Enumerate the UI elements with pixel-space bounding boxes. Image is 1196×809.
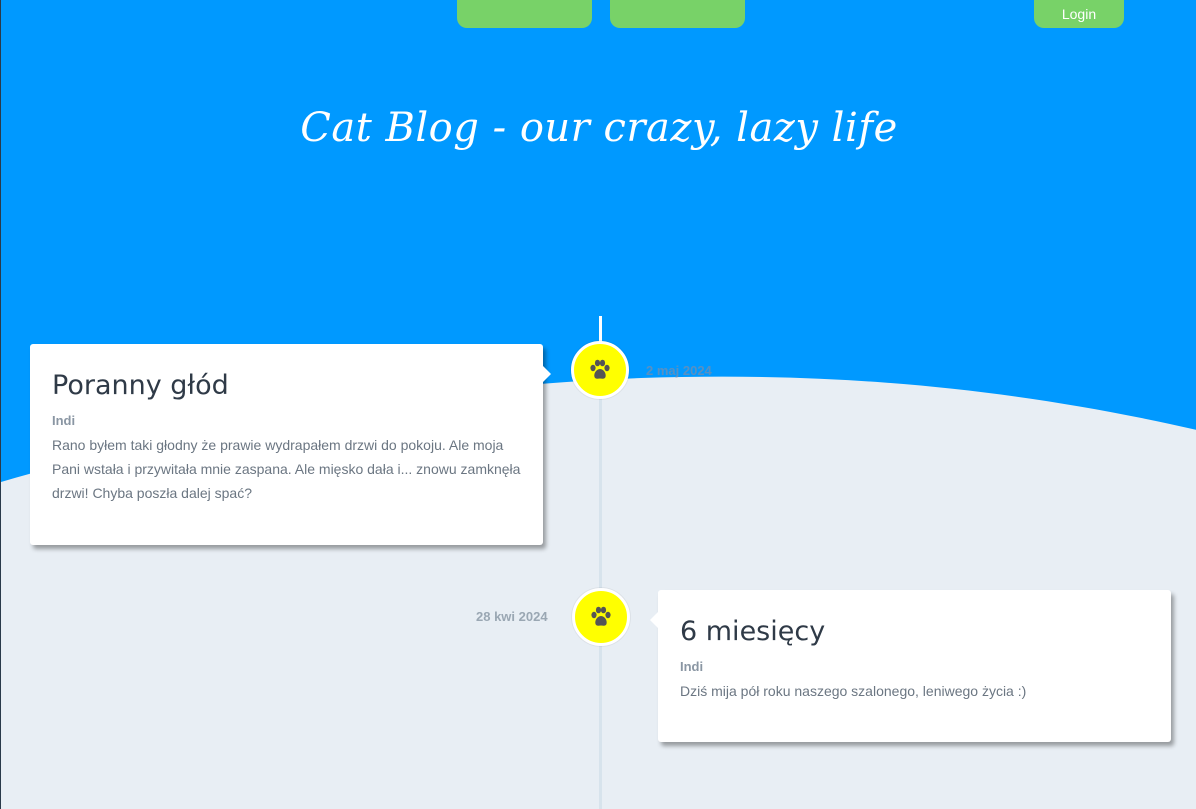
timeline-node: [571, 341, 629, 399]
post-date: 28 kwi 2024: [476, 609, 548, 624]
post-author: Indi: [52, 413, 76, 428]
nav-button-2[interactable]: [610, 0, 745, 28]
post-date: 2 maj 2024: [646, 363, 712, 378]
timeline-node: [572, 588, 630, 646]
post-title[interactable]: 6 miesięcy: [680, 616, 1149, 647]
post-card[interactable]: Poranny głód Indi Rano byłem taki głodny…: [30, 344, 551, 545]
post-body: Rano byłem taki głodny że prawie wydrapa…: [52, 437, 521, 501]
post-title[interactable]: Poranny głód: [52, 370, 521, 401]
post-body: Dziś mija pół roku naszego szalonego, le…: [680, 683, 1027, 699]
nav-button-1[interactable]: [457, 0, 592, 28]
paw-icon: [590, 359, 610, 379]
post-author: Indi: [680, 659, 704, 674]
login-button[interactable]: Login: [1034, 0, 1124, 28]
paw-icon: [591, 606, 611, 626]
site-title: Cat Blog - our crazy, lazy life: [300, 105, 898, 151]
post-card[interactable]: 6 miesięcy Indi Dziś mija pół roku nasze…: [650, 590, 1171, 742]
